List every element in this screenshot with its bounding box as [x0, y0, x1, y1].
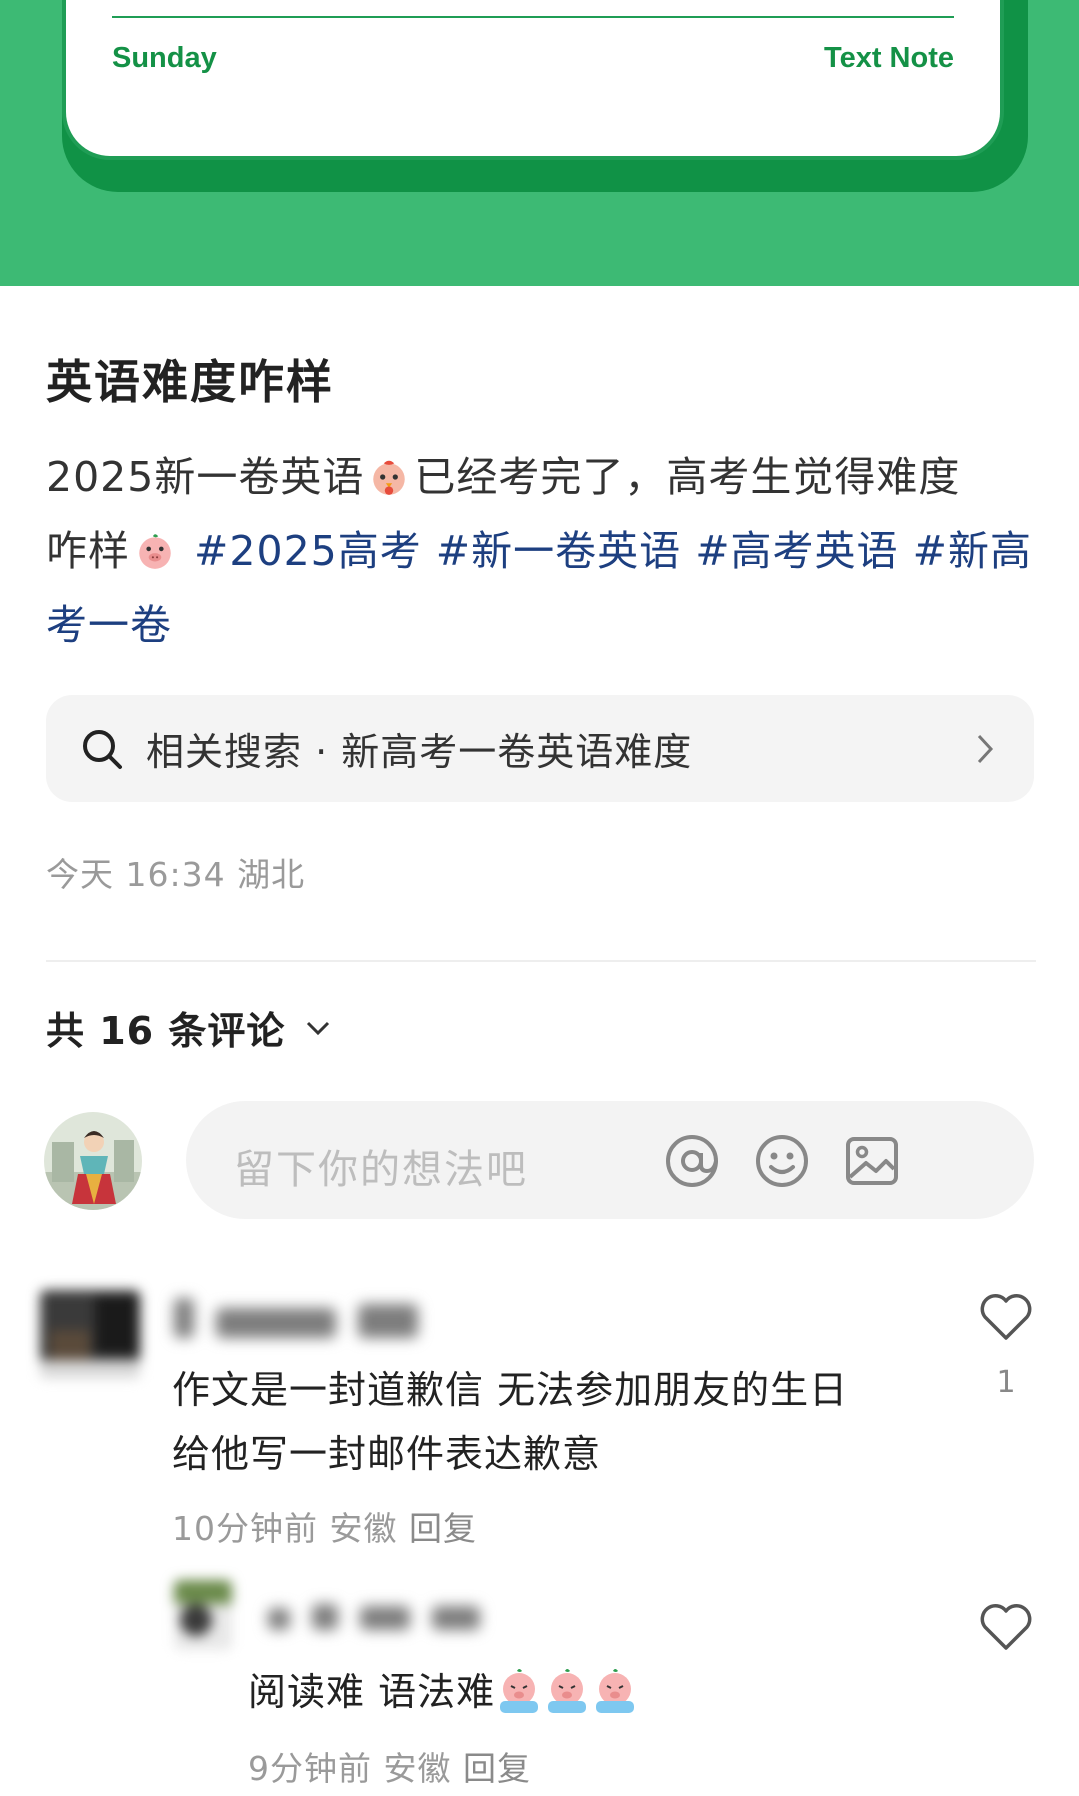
commenter-name[interactable] [174, 1298, 440, 1342]
crying-pig-emoji-icon [596, 1669, 635, 1713]
comment-text-line: 阅读难 语法难 [248, 1670, 496, 1714]
comment-location: 安徽 [383, 1749, 452, 1788]
blurred-avatar-image [40, 1290, 140, 1378]
comment-text-line: 给他写一封邮件表达歉意 [172, 1432, 602, 1476]
commenter-avatar[interactable] [174, 1580, 232, 1650]
card-divider [112, 16, 954, 18]
comments-count-label: 共 16 条评论 [46, 1009, 286, 1053]
chicken-emoji-icon [373, 460, 406, 495]
at-icon[interactable] [662, 1131, 722, 1191]
pig-emoji-icon [139, 534, 171, 569]
post-body: 2025新一卷英语 已经考完了，高考生觉得难度 咋样 #2025高考 #新一卷英… [46, 440, 1036, 662]
comment-text: 阅读难 语法难 [248, 1660, 639, 1724]
image-icon[interactable] [842, 1131, 902, 1191]
crying-pig-emoji-icon [500, 1669, 539, 1713]
blurred-avatar-image [174, 1580, 232, 1650]
hashtag-link[interactable]: #高考英语 [695, 527, 898, 575]
comment-input-placeholder: 留下你的想法吧 [234, 1147, 528, 1193]
hashtag-link[interactable]: #新一卷英语 [436, 527, 681, 575]
like-count: 1 [996, 1365, 1016, 1400]
comment-meta: 10分钟前 安徽 回复 [172, 1502, 477, 1550]
reply-button[interactable]: 回复 [409, 1509, 477, 1548]
related-search-bar[interactable]: 相关搜索 · 新高考一卷英语难度 [46, 695, 1034, 802]
chevron-down-icon [307, 1021, 330, 1035]
avatar[interactable] [44, 1112, 142, 1210]
post-text: 2025新一卷英语 [46, 453, 365, 501]
search-icon [83, 729, 122, 769]
post-meta: 今天 16:34 湖北 [46, 855, 306, 894]
post-text: 已经考完了，高考生觉得难度 [414, 453, 961, 501]
commenter-name[interactable] [268, 1604, 502, 1634]
chevron-right-icon [977, 734, 994, 764]
hashtag-link[interactable]: #2025高考 [194, 527, 422, 575]
comment-time: 10分钟前 [172, 1509, 318, 1548]
comments-count-toggle[interactable]: 共 16 条评论 [46, 1000, 331, 1055]
crying-pig-emoji-icon [548, 1669, 587, 1713]
post-text: 咋样 [46, 527, 130, 575]
note-card[interactable]: Sunday Text Note [62, 0, 1004, 160]
user-avatar-image [44, 1112, 142, 1210]
card-day-label: Sunday [112, 42, 217, 74]
comment-input[interactable]: 留下你的想法吧 [186, 1101, 1034, 1219]
card-type-label: Text Note [824, 42, 954, 74]
like-heart-icon[interactable] [978, 1602, 1034, 1652]
divider [46, 960, 1036, 962]
comment-text: 作文是一封道歉信 无法参加朋友的生日 给他写一封邮件表达歉意 [172, 1358, 848, 1486]
comment-meta: 9分钟前 安徽 回复 [248, 1742, 531, 1790]
reply-button[interactable]: 回复 [463, 1749, 531, 1788]
related-search-text: 相关搜索 · 新高考一卷英语难度 [146, 730, 693, 774]
like-heart-icon[interactable] [978, 1292, 1034, 1342]
comment-time: 9分钟前 [248, 1749, 372, 1788]
post-title: 英语难度咋样 [46, 355, 334, 409]
commenter-avatar[interactable] [40, 1290, 140, 1378]
comment-location: 安徽 [329, 1509, 398, 1548]
comment-text-line: 作文是一封道歉信 无法参加朋友的生日 [172, 1368, 849, 1412]
emoji-icon[interactable] [752, 1131, 812, 1191]
header-banner: Sunday Text Note [0, 0, 1079, 286]
